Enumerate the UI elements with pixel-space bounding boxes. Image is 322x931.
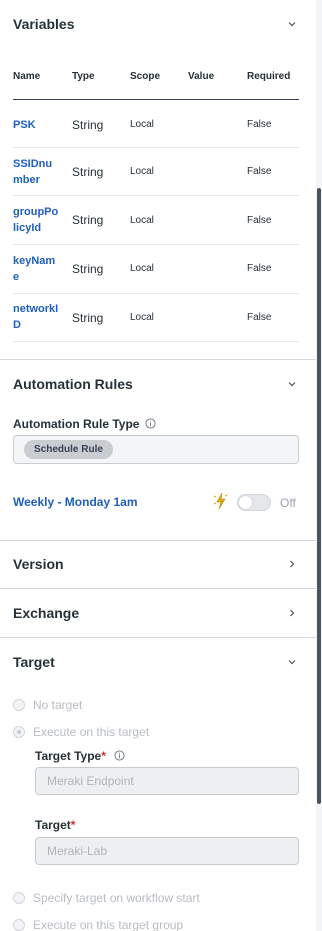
rule-type-label-row: Automation Rule Type: [13, 417, 156, 431]
rule-type-label: Automation Rule Type: [13, 417, 140, 431]
variable-scope: Local: [130, 215, 154, 226]
target-label-row: Target*: [35, 818, 75, 832]
target-title: Target: [13, 654, 55, 670]
variable-scope: Local: [130, 312, 154, 323]
variable-name-link[interactable]: groupPo licyId: [13, 204, 67, 236]
bolt-icon: [213, 492, 228, 510]
radio-button[interactable]: [13, 892, 25, 904]
variables-section-header[interactable]: Variables: [13, 14, 299, 34]
target-label: Target: [35, 818, 71, 832]
column-header-name: Name: [13, 71, 41, 82]
chevron-down-icon[interactable]: [285, 655, 299, 669]
variable-required: False: [247, 312, 272, 323]
workflow-properties-panel: Variables Name Type Scope Value Required…: [0, 0, 316, 931]
automation-rules-section-header[interactable]: Automation Rules: [13, 374, 299, 394]
variable-scope: Local: [130, 263, 154, 274]
target-field[interactable]: Meraki-Lab: [35, 837, 299, 865]
version-section-header[interactable]: Version: [13, 554, 299, 574]
radio-button[interactable]: [13, 726, 25, 738]
variable-name-link[interactable]: keyNam e: [13, 253, 67, 285]
variable-type: String: [72, 311, 104, 325]
radio-button[interactable]: [13, 699, 25, 711]
radio-button[interactable]: [13, 919, 25, 931]
radio-execute-on-target[interactable]: Execute on this target: [13, 725, 149, 739]
info-icon[interactable]: [114, 750, 125, 761]
radio-label: Specify target on workflow start: [33, 891, 200, 905]
rule-type-field[interactable]: Schedule Rule: [13, 435, 299, 464]
rule-enabled-toggle[interactable]: [237, 494, 271, 511]
toggle-state-label: Off: [280, 496, 296, 510]
column-header-scope: Scope: [130, 71, 161, 82]
radio-execute-on-group[interactable]: Execute on this target group: [13, 918, 183, 931]
automation-rules-title: Automation Rules: [13, 376, 133, 392]
required-asterisk: *: [101, 749, 106, 763]
row-divider: [13, 341, 299, 342]
target-type-label: Target Type: [35, 749, 102, 763]
scrollbar-thumb[interactable]: [317, 188, 321, 804]
section-divider: [0, 540, 316, 541]
toggle-knob: [239, 496, 252, 509]
variable-type: String: [72, 165, 104, 179]
radio-no-target[interactable]: No target: [13, 698, 82, 712]
radio-label: Execute on this target group: [33, 918, 184, 931]
column-header-value: Value: [188, 71, 215, 82]
variable-type: String: [72, 262, 104, 276]
row-divider: [13, 293, 299, 294]
variable-required: False: [247, 119, 272, 130]
variable-name-link[interactable]: networkI D: [13, 301, 67, 333]
chevron-down-icon[interactable]: [285, 377, 299, 391]
table-header-divider: [13, 99, 299, 100]
radio-specify-on-start[interactable]: Specify target on workflow start: [13, 891, 200, 905]
section-divider: [0, 588, 316, 589]
column-header-type: Type: [72, 71, 95, 82]
variable-type: String: [72, 118, 104, 132]
variable-required: False: [247, 215, 272, 226]
variable-scope: Local: [130, 119, 154, 130]
chevron-right-icon[interactable]: [285, 606, 299, 620]
variable-scope: Local: [130, 166, 154, 177]
schedule-rule-tag: Schedule Rule: [24, 440, 113, 459]
target-type-field[interactable]: Meraki Endpoint: [35, 767, 299, 795]
radio-label: No target: [33, 698, 83, 712]
section-divider: [0, 359, 316, 360]
section-divider: [0, 637, 316, 638]
exchange-title: Exchange: [13, 605, 80, 621]
required-asterisk: *: [70, 818, 76, 832]
row-divider: [13, 147, 299, 148]
chevron-right-icon[interactable]: [285, 557, 299, 571]
variable-name-link[interactable]: SSIDnu mber: [13, 156, 67, 188]
info-icon[interactable]: [145, 418, 156, 429]
variable-name-link[interactable]: PSK: [13, 117, 67, 133]
variable-required: False: [247, 166, 272, 177]
variable-type: String: [72, 213, 104, 227]
exchange-section-header[interactable]: Exchange: [13, 603, 299, 623]
target-section-header[interactable]: Target: [13, 652, 299, 672]
target-type-label-row: Target Type*: [35, 749, 125, 763]
chevron-down-icon[interactable]: [285, 17, 299, 31]
variable-required: False: [247, 263, 272, 274]
column-header-required: Required: [247, 71, 291, 82]
row-divider: [13, 244, 299, 245]
version-title: Version: [13, 556, 64, 572]
radio-label: Execute on this target: [33, 725, 150, 739]
variables-title: Variables: [13, 16, 75, 32]
row-divider: [13, 195, 299, 196]
automation-rule-link[interactable]: Weekly - Monday 1am: [13, 495, 138, 509]
